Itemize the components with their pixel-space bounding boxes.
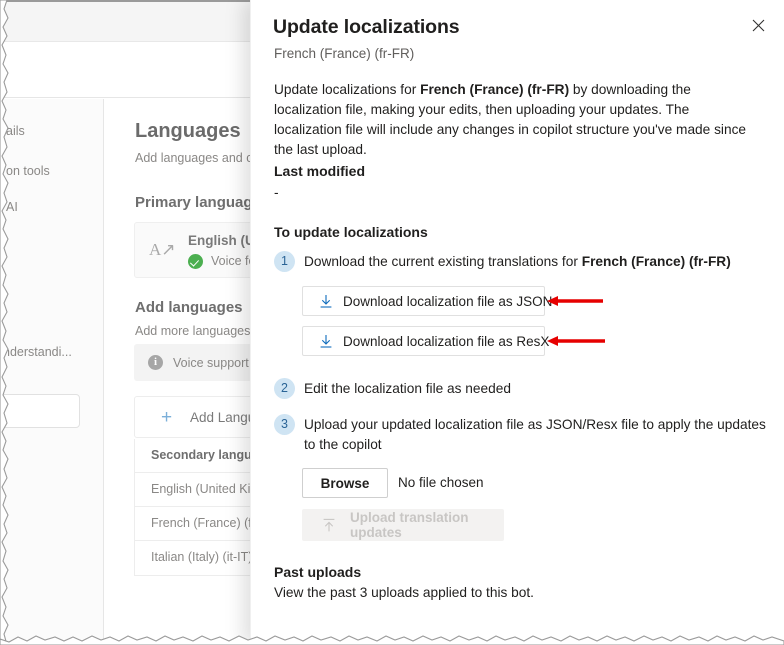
download-icon (319, 294, 333, 309)
primary-language-heading: Primary language (135, 194, 261, 211)
arrow-to-json-button (547, 296, 603, 306)
nav-item-conversation-tools[interactable]: on tools (6, 164, 50, 178)
last-modified-label: Last modified (274, 163, 366, 179)
to-update-localizations-label: To update localizations (274, 224, 428, 240)
nav-item-understanding[interactable]: nderstandi... (3, 345, 72, 359)
past-uploads-title: Past uploads (274, 564, 362, 580)
intro-language-bold: French (France) (fr-FR) (420, 82, 570, 97)
page-title: Languages (135, 120, 241, 142)
past-uploads-description: View the past 3 uploads applied to this … (274, 585, 534, 600)
step-2-number: 2 (274, 378, 295, 399)
add-languages-heading: Add languages (135, 299, 243, 316)
intro-part-1: Update localizations for (274, 82, 421, 97)
step-1-language-bold: French (France) (fr-FR) (581, 254, 731, 269)
nav-search-box[interactable] (0, 394, 80, 428)
info-icon: i (148, 355, 163, 370)
step-2-text: Edit the localization file as needed (304, 381, 511, 396)
upload-translation-updates-button[interactable]: Upload translation updates (302, 509, 504, 541)
step-3-number: 3 (274, 414, 295, 435)
add-languages-subheading: Add more languages (135, 324, 251, 338)
left-nav: ails on tools AI nderstandi... (0, 99, 104, 645)
table-cell-language: French (France) (fr- (151, 516, 261, 530)
upload-button-label: Upload translation updates (350, 510, 469, 540)
download-resx-button[interactable]: Download localization file as ResX (302, 326, 549, 356)
panel-intro-text: Update localizations for French (France)… (274, 80, 759, 160)
close-icon[interactable] (742, 12, 774, 44)
step-3-text: Upload your updated localization file as… (304, 417, 766, 452)
screenshot-root: ails on tools AI nderstandi... Languages… (0, 0, 784, 645)
check-circle-icon (188, 254, 203, 269)
step-1-text: Download the current existing translatio… (304, 252, 764, 272)
page-subtitle: Add languages and c (135, 151, 253, 165)
nav-item-details[interactable]: ails (6, 124, 25, 138)
panel-subtitle: French (France) (fr-FR) (274, 46, 415, 61)
step-1-text-part: Download the current existing translatio… (304, 254, 582, 269)
translate-icon: A↗ (149, 240, 176, 259)
nav-item-ai[interactable]: AI (6, 200, 18, 214)
last-modified-value: - (274, 185, 279, 200)
table-cell-language: Italian (Italy) (it-IT) (151, 550, 253, 564)
table-cell-language: English (United Kin (151, 482, 258, 496)
step-1-number: 1 (274, 251, 295, 272)
update-localizations-panel: Update localizations French (France) (fr… (250, 0, 784, 645)
arrow-to-resx-button (547, 336, 605, 346)
panel-title: Update localizations (273, 16, 460, 38)
plus-icon: + (161, 407, 173, 428)
upload-icon (322, 518, 336, 533)
download-resx-label: Download localization file as ResX (343, 333, 550, 349)
no-file-chosen-label: No file chosen (398, 475, 484, 490)
download-json-label: Download localization file as JSON (343, 293, 553, 309)
download-json-button[interactable]: Download localization file as JSON (302, 286, 552, 316)
browse-button[interactable]: Browse (302, 468, 388, 498)
info-banner-text: Voice support is (173, 356, 262, 370)
download-icon (319, 334, 333, 349)
